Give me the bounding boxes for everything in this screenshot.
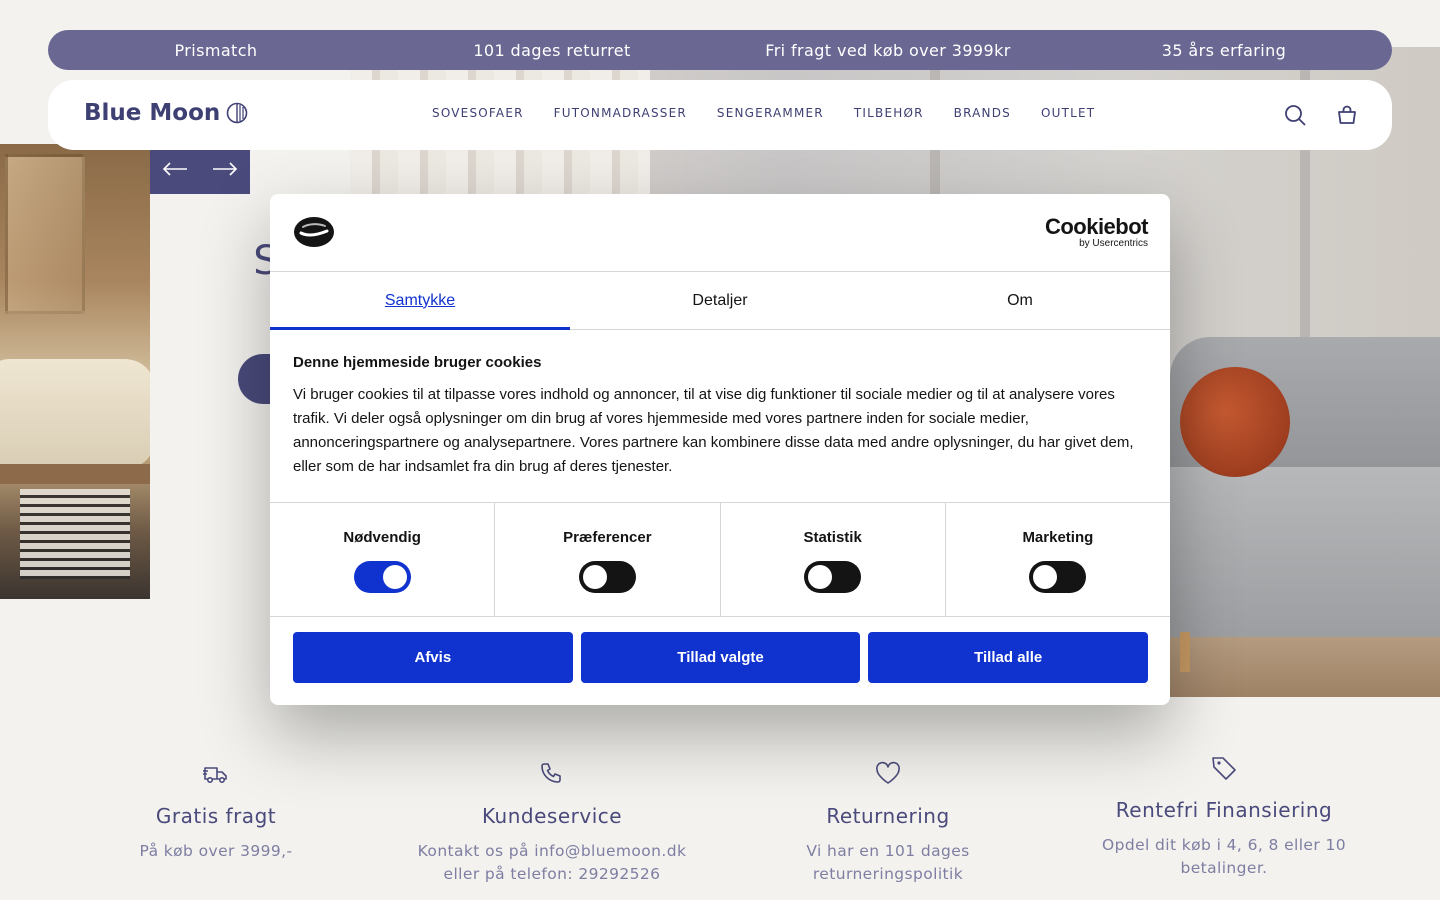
toggle-cell-nodvendig: Nødvendig	[270, 503, 496, 616]
toggle-cell-praeferencer: Præferencer	[495, 503, 721, 616]
moon-logo-icon	[226, 102, 248, 124]
statistics-toggle[interactable]	[804, 561, 862, 593]
futon-base	[0, 464, 150, 484]
toggle-label: Marketing	[1022, 529, 1094, 546]
tab-detaljer[interactable]: Detaljer	[570, 272, 870, 329]
feature-text: Vi har en 101 dages returneringspolitik	[806, 842, 970, 883]
cookie-heading: Denne hjemmeside bruger cookies	[293, 354, 542, 371]
arrow-right-icon	[213, 162, 238, 176]
logo-text: Blue Moon	[84, 100, 221, 126]
window-light	[5, 154, 85, 314]
toggle-label: Statistik	[803, 529, 862, 546]
heart-icon	[876, 761, 900, 784]
logo[interactable]: Blue Moon	[84, 100, 248, 126]
promo-item: Prismatch	[174, 40, 258, 60]
nav-outlet[interactable]: OUTLET	[1041, 106, 1095, 120]
nav-sovesofaer[interactable]: SOVESOFAER	[432, 106, 524, 120]
cookie-dialog-header: Cookiebot by Usercentrics	[270, 194, 1170, 272]
main-nav: SOVESOFAER FUTONMADRASSER SENGERAMMER TI…	[432, 106, 1095, 120]
nav-sengerammer[interactable]: SENGERAMMER	[717, 106, 824, 120]
promo-item: Fri fragt ved køb over 3999kr	[765, 40, 1011, 60]
preferences-toggle[interactable]	[578, 561, 636, 593]
shopping-bag-icon	[1338, 105, 1356, 124]
toggle-cell-statistik: Statistik	[721, 503, 946, 616]
nav-brands[interactable]: BRANDS	[954, 106, 1011, 120]
necessary-toggle[interactable]	[353, 561, 411, 593]
feature-item: Rentefri Finansiering Opdel dit køb i 4,…	[1056, 754, 1392, 886]
cookie-description: Vi bruger cookies til at tilpasse vores …	[293, 386, 1134, 475]
feature-title: Rentefri Finansiering	[1115, 798, 1333, 822]
cookiebot-brand-name: Cookiebot	[1044, 214, 1149, 239]
cookie-logo-icon	[294, 217, 334, 247]
feature-item: Returnering Vi har en 101 dages returner…	[720, 760, 1056, 886]
feature-text: Kontakt os på info@bluemoon.dk eller på …	[417, 842, 687, 883]
slider-next-button[interactable]	[200, 144, 250, 194]
promo-item: 35 års erfaring	[1161, 40, 1287, 60]
feature-title: Gratis fragt	[155, 804, 277, 828]
search-button[interactable]	[1283, 103, 1307, 127]
feature-text: På køb over 3999,-	[139, 842, 293, 860]
toggle-knob	[582, 565, 607, 589]
feature-title: Returnering	[826, 804, 950, 828]
round-cushion	[1180, 367, 1290, 477]
toggle-knob	[1033, 565, 1058, 589]
cookie-consent-dialog: Cookiebot by Usercentrics Samtykke Detal…	[270, 194, 1170, 705]
arrow-left-icon	[162, 162, 187, 176]
slider-prev-button[interactable]	[150, 144, 200, 194]
marketing-toggle[interactable]	[1029, 561, 1087, 593]
cookie-buttons: Afvis Tillad valgte Tillad alle	[270, 617, 1170, 683]
search-icon	[1285, 105, 1306, 126]
feature-item: Kundeservice Kontakt os på info@bluemoon…	[384, 760, 720, 886]
promo-item: 101 dages returret	[473, 40, 631, 60]
hero-left-image	[0, 144, 150, 599]
feature-title: Kundeservice	[481, 804, 623, 828]
allow-all-button[interactable]: Tillad alle	[868, 632, 1149, 683]
toggle-knob	[382, 565, 407, 589]
cookiebot-brand-sub: by Usercentrics	[1079, 238, 1148, 249]
slider-controls	[150, 144, 250, 194]
cookiebot-brand: Cookiebot by Usercentrics	[1044, 214, 1149, 250]
promo-bar: Prismatch 101 dages returret Fri fragt v…	[48, 30, 1392, 70]
toggle-label: Nødvendig	[343, 529, 421, 546]
delivery-truck-icon	[203, 767, 227, 783]
sofa-leg	[1180, 632, 1190, 672]
tab-om[interactable]: Om	[870, 272, 1170, 329]
cookie-dialog-body: Denne hjemmeside bruger cookies Vi bruge…	[270, 330, 1170, 503]
cart-button[interactable]	[1335, 103, 1359, 127]
cookie-tabs: Samtykke Detaljer Om	[270, 272, 1170, 330]
phone-icon	[541, 763, 561, 783]
feature-item: Gratis fragt På køb over 3999,-	[48, 760, 384, 886]
toggle-knob	[808, 565, 833, 589]
toggle-label: Præferencer	[563, 529, 652, 546]
futon-mattress	[0, 359, 150, 469]
book-stack	[20, 489, 130, 579]
nav-tilbehor[interactable]: TILBEHØR	[854, 106, 924, 120]
allow-selected-button[interactable]: Tillad valgte	[580, 632, 861, 683]
cookie-category-toggles: Nødvendig Præferencer Statistik Marketin…	[270, 503, 1170, 617]
tab-samtykke[interactable]: Samtykke	[270, 272, 570, 330]
nav-futonmadrasser[interactable]: FUTONMADRASSER	[554, 106, 687, 120]
decline-button[interactable]: Afvis	[293, 632, 573, 683]
features-section: Gratis fragt På køb over 3999,- Kundeser…	[48, 757, 1392, 886]
site-header: Blue Moon SOVESOFAER FUTONMADRASSER SENG…	[48, 80, 1392, 150]
feature-text: Opdel dit køb i 4, 6, 8 eller 10 betalin…	[1102, 836, 1346, 877]
toggle-cell-marketing: Marketing	[946, 503, 1170, 616]
tag-icon	[1212, 757, 1236, 780]
